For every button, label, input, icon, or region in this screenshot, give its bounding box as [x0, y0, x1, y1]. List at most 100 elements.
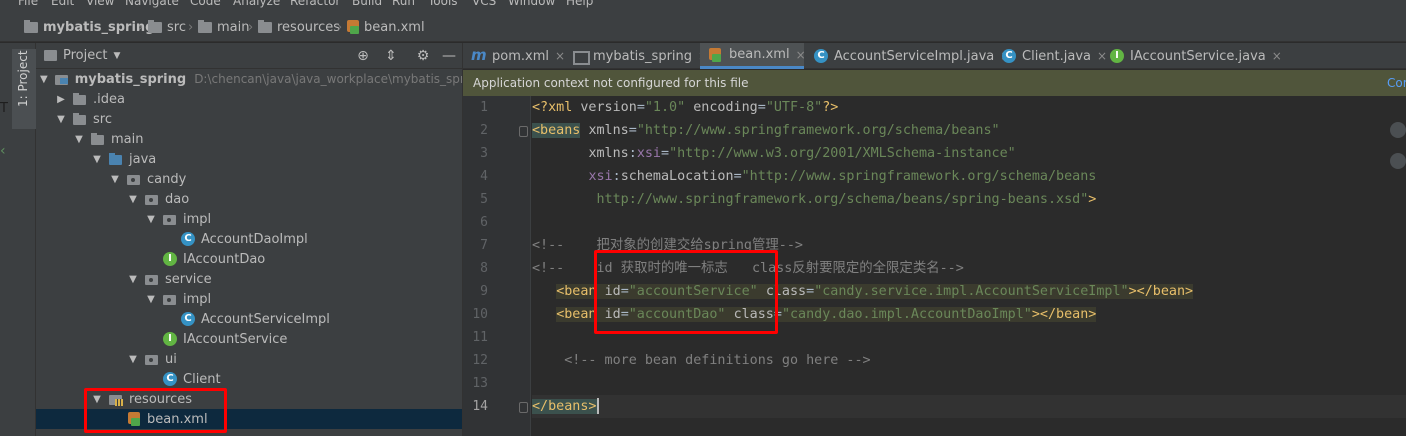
breadcrumb-separator: ›: [188, 20, 194, 35]
tree-item-accountdaoimpl[interactable]: AccountDaoImpl: [36, 229, 462, 249]
menu-vcs[interactable]: VCS: [472, 0, 496, 8]
tree-item-bean-xml[interactable]: bean.xml: [36, 409, 462, 429]
menu-file[interactable]: File: [18, 0, 38, 8]
xml-file-icon: [346, 20, 360, 34]
code-editor[interactable]: <?xml version="1.0" encoding="UTF-8"?> <…: [532, 96, 1406, 436]
code-line-2: <beans xmlns="http://www.springframework…: [532, 123, 1000, 138]
class-icon: [813, 49, 829, 63]
expand-arrow-icon[interactable]: ▼: [92, 154, 102, 165]
tree-item-service[interactable]: ▼ service: [36, 269, 462, 289]
tree-item-ui[interactable]: ▼ ui: [36, 349, 462, 369]
tree-item-client[interactable]: Client: [36, 369, 462, 389]
tree-item-service-impl[interactable]: ▼ impl: [36, 289, 462, 309]
tree-item-src[interactable]: ▼ src: [36, 109, 462, 129]
breadcrumb-project[interactable]: mybatis_spring: [24, 19, 154, 35]
menu-edit[interactable]: Edit: [51, 0, 74, 8]
expand-arrow-icon[interactable]: ▼: [56, 114, 66, 125]
menu-help[interactable]: Help: [566, 0, 593, 8]
tab-bean-xml[interactable]: bean.xml ×: [700, 43, 806, 69]
configure-link[interactable]: Cor: [1387, 76, 1406, 90]
package-icon: [144, 192, 160, 206]
code-line-7: <!-- 把对象的创建交给spring管理-->: [532, 238, 803, 253]
menu-bar: File Edit View Navigate Code Analyze Ref…: [0, 0, 1406, 12]
project-tool-tab[interactable]: 1: Project: [12, 49, 36, 129]
breadcrumb-separator: ›: [337, 20, 343, 35]
module-icon: [54, 72, 70, 86]
expand-arrow-icon[interactable]: ▼: [74, 134, 84, 145]
expand-arrow-icon[interactable]: ▼: [128, 354, 138, 365]
text-caret: [596, 398, 599, 414]
banner-message: Application context not configured for t…: [473, 76, 749, 90]
project-view-selector[interactable]: Project ▼: [44, 48, 120, 63]
breadcrumb-src[interactable]: src: [148, 19, 186, 35]
menu-refactor[interactable]: Refactor: [290, 0, 340, 8]
editor-panel: pom.xml × mybatis_spring × bean.xml × Ac…: [462, 43, 1406, 436]
expand-arrow-icon[interactable]: ▼: [128, 274, 138, 285]
tab-iaccountservice[interactable]: IAccountService.java ×: [1101, 43, 1282, 69]
menu-navigate[interactable]: Navigate: [125, 0, 179, 8]
tab-mybatis-spring[interactable]: mybatis_spring ×: [564, 43, 708, 69]
line-number: 4: [480, 169, 488, 184]
close-icon[interactable]: ×: [1272, 49, 1282, 63]
gear-icon[interactable]: ⚙: [414, 47, 432, 65]
chrome-icon[interactable]: [1390, 122, 1406, 138]
breadcrumb-file[interactable]: bean.xml: [346, 19, 425, 35]
expand-arrow-icon[interactable]: ▼: [92, 394, 102, 405]
expand-arrow-icon[interactable]: ▶: [56, 94, 66, 105]
cut-off-text: T: [0, 101, 8, 116]
editor-tabs: pom.xml × mybatis_spring × bean.xml × Ac…: [463, 43, 1406, 69]
package-icon: [126, 172, 142, 186]
menu-tools[interactable]: Tools: [428, 0, 458, 8]
expand-arrow-icon[interactable]: ▼: [146, 294, 156, 305]
folder-icon: [258, 19, 272, 33]
hide-icon[interactable]: —: [440, 47, 458, 65]
tree-item-resources[interactable]: ▼ resources: [36, 389, 462, 409]
folder-icon: [72, 92, 88, 106]
tree-item-candy[interactable]: ▼ candy: [36, 169, 462, 189]
menu-run[interactable]: Run: [392, 0, 415, 8]
breadcrumb-separator: ›: [138, 20, 144, 35]
maven-icon: [471, 46, 487, 64]
expand-arrow-icon[interactable]: ▼: [110, 174, 120, 185]
notification-banner: Application context not configured for t…: [463, 70, 1406, 96]
tree-item-idea[interactable]: ▶ .idea: [36, 89, 462, 109]
tree-item-mybatis-spring[interactable]: ▼ mybatis_spring D:\chencan\java\java_wo…: [36, 69, 483, 89]
tree-item-accountserviceimpl[interactable]: AccountServiceImpl: [36, 309, 462, 329]
breadcrumb-resources[interactable]: resources: [258, 19, 340, 35]
tree-item-dao-impl[interactable]: ▼ impl: [36, 209, 462, 229]
tab-client[interactable]: Client.java ×: [993, 43, 1107, 69]
browser-icon[interactable]: [1390, 153, 1406, 169]
expand-arrow-icon[interactable]: ▼: [146, 214, 156, 225]
tree-item-iaccountservice[interactable]: IAccountService: [36, 329, 462, 349]
xml-file-icon: [708, 47, 724, 62]
tree-item-iaccountdao[interactable]: IAccountDao: [36, 249, 462, 269]
code-line-4: xsi:schemaLocation="http://www.springfra…: [588, 169, 1097, 184]
menu-analyze[interactable]: Analyze: [233, 0, 280, 8]
menu-view[interactable]: View: [86, 0, 114, 8]
line-number: 12: [472, 353, 488, 368]
tree-item-dao[interactable]: ▼ dao: [36, 189, 462, 209]
class-icon: [180, 312, 196, 326]
tab-accountserviceimpl[interactable]: AccountServiceImpl.java ×: [805, 43, 1010, 69]
interface-icon: [162, 252, 178, 266]
fold-marker-icon[interactable]: [519, 402, 528, 413]
line-number: 9: [480, 284, 488, 299]
menu-build[interactable]: Build: [352, 0, 382, 8]
expand-arrow-icon[interactable]: ▼: [128, 194, 138, 205]
class-icon: [180, 232, 196, 246]
project-panel-header: Project ▼ ⊕ ⇕ ⚙ —: [36, 43, 462, 69]
locate-icon[interactable]: ⊕: [354, 47, 372, 65]
expand-arrow-icon[interactable]: ▼: [40, 74, 48, 85]
menu-code[interactable]: Code: [190, 0, 221, 8]
breadcrumb-main[interactable]: main: [198, 19, 249, 35]
fold-marker-icon[interactable]: [519, 126, 528, 137]
menu-window[interactable]: Window: [508, 0, 555, 8]
source-folder-icon: [108, 152, 124, 166]
tab-pom-xml[interactable]: pom.xml ×: [463, 43, 565, 69]
collapse-all-icon[interactable]: ⇕: [382, 47, 400, 65]
line-number: 5: [480, 192, 488, 207]
tree-item-main[interactable]: ▼ main: [36, 129, 462, 149]
line-number: 2: [480, 123, 488, 138]
line-number: 3: [480, 146, 488, 161]
tree-item-java[interactable]: ▼ java: [36, 149, 462, 169]
